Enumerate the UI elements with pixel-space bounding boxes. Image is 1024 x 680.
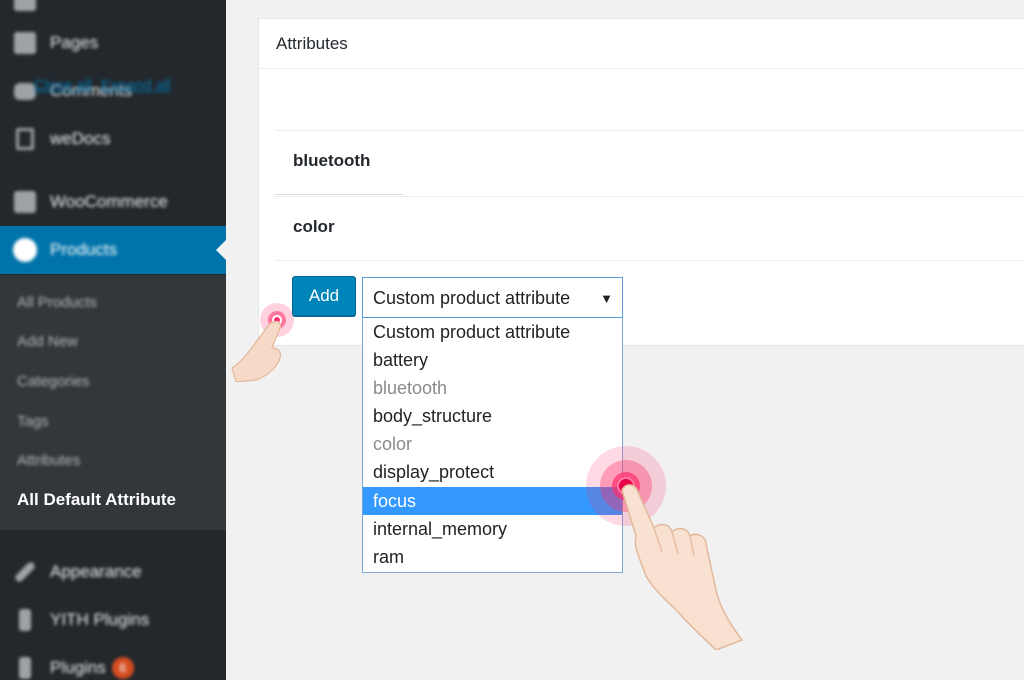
divider [275, 260, 1024, 261]
sidebar-item-yith-plugins[interactable]: YITH Plugins [0, 596, 226, 644]
close-all-link[interactable]: Close all [34, 77, 92, 94]
submenu-all-products[interactable]: All Products [17, 294, 97, 311]
panel-title: Attributes [276, 34, 348, 53]
dropdown-option[interactable]: body_structure [363, 402, 622, 430]
add-attribute-button[interactable]: Add [292, 276, 356, 316]
sidebar-item-pages[interactable]: Pages [0, 19, 226, 67]
sidebar-item-label: weDocs [50, 129, 111, 148]
dropdown-option-highlighted[interactable]: focus [363, 487, 622, 515]
sidebar-item-label: Products [50, 240, 118, 259]
dropdown-option[interactable]: Custom product attribute [363, 318, 622, 346]
divider [259, 68, 1024, 69]
sidebar-item-label: WooCommerce [50, 192, 168, 211]
pointing-hand-icon [621, 484, 744, 650]
sidebar-item-products[interactable]: Products [0, 226, 226, 274]
submenu-all-default-attribute[interactable]: All Default Attribute [17, 490, 176, 510]
dropdown-option-disabled: color [373, 434, 413, 454]
divider [275, 194, 403, 195]
pages-icon [12, 30, 38, 56]
sidebar-item-wedocs[interactable]: weDocs [0, 115, 226, 163]
dropdown-option[interactable]: display_protect [363, 458, 622, 486]
attribute-row-bluetooth[interactable]: bluetooth [275, 130, 1024, 195]
wedocs-icon [12, 126, 38, 152]
attribute-name: color [293, 217, 335, 236]
submenu-tags[interactable]: Tags [17, 413, 49, 430]
media-icon [12, 0, 38, 13]
expand-all-link[interactable]: Expand all [101, 77, 171, 94]
products-submenu: All Products Add New Categories Tags Att… [0, 275, 226, 530]
dropdown-option[interactable]: internal_memory [363, 515, 622, 543]
woocommerce-icon [12, 189, 38, 215]
dropdown-option[interactable]: battery [363, 346, 622, 374]
submenu-categories[interactable]: Categories [17, 373, 90, 390]
admin-sidebar: Pages Comments weDocs WooCommerce Produc… [0, 0, 226, 680]
attribute-dropdown-list: Custom product attribute battery bluetoo… [362, 318, 623, 573]
dropdown-option-disabled: bluetooth [373, 378, 448, 398]
sidebar-item-label: Appearance [50, 562, 142, 581]
attribute-taxonomy-select[interactable]: Custom product attribute ▼ [362, 277, 623, 318]
submenu-attributes[interactable]: Attributes [17, 452, 80, 469]
sidebar-item-woocommerce[interactable]: WooCommerce [0, 178, 226, 226]
pointing-hand-icon [231, 320, 282, 382]
plugins-icon [12, 655, 38, 680]
submenu-add-new[interactable]: Add New [17, 333, 78, 350]
select-value: Custom product attribute [373, 288, 571, 308]
sidebar-item-plugins[interactable]: Plugins 6 [0, 644, 226, 680]
active-menu-arrow [216, 240, 226, 260]
appearance-icon [12, 559, 38, 585]
products-icon [12, 237, 38, 263]
sidebar-item-label: YITH Plugins [50, 610, 150, 629]
sidebar-item-label: Plugins [50, 658, 106, 677]
attribute-row-color[interactable]: color [275, 196, 1024, 260]
dropdown-option[interactable]: ram [363, 543, 622, 571]
sidebar-item-label: Pages [50, 33, 99, 52]
update-count-badge: 6 [111, 657, 134, 679]
expand-close-links: Close all Expand all [34, 77, 176, 94]
sidebar-item-appearance[interactable]: Appearance [0, 548, 226, 596]
dropdown-arrow-icon: ▼ [600, 291, 613, 306]
attribute-name: bluetooth [293, 151, 371, 170]
yith-icon [12, 607, 38, 633]
